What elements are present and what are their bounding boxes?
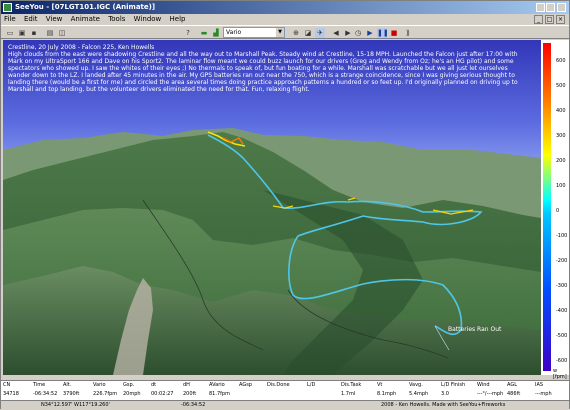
flight-header: Crestline, 20 July 2008 - Falcon 225, Ke…: [8, 44, 155, 51]
table-header[interactable]: AGsp: [239, 382, 252, 388]
zoom-in-icon[interactable]: ⊕: [291, 28, 301, 38]
table-cell: ---mph: [535, 391, 552, 397]
scale-tick-label: -100: [556, 233, 568, 239]
stop-icon[interactable]: ■: [389, 28, 399, 38]
table-header[interactable]: Time: [33, 382, 45, 388]
maximize-button[interactable]: [546, 3, 555, 12]
title-bar: SeeYou - [07LGT101.IGC (Animate)]: [1, 1, 569, 14]
menu-bar: File Edit View Animate Tools Window Help…: [1, 14, 569, 25]
menu-edit[interactable]: Edit: [21, 14, 41, 25]
animation-3d-view[interactable]: Crestline, 20 July 2008 - Falcon 225, Ke…: [3, 40, 541, 375]
open-icon[interactable]: ▣: [17, 28, 27, 38]
table-cell: 200ft: [183, 391, 197, 397]
rewind-icon[interactable]: ◀: [331, 28, 341, 38]
chevron-down-icon: ▼: [276, 28, 284, 37]
table-cell: 8.1mph: [377, 391, 397, 397]
table-cell: -06:34:52: [33, 391, 58, 397]
table-header[interactable]: Wind: [477, 382, 490, 388]
table-header[interactable]: Vt: [377, 382, 382, 388]
animate-icon[interactable]: ✈: [315, 28, 325, 38]
mdi-close-button[interactable]: ×: [556, 15, 565, 24]
pause-icon[interactable]: ❚❚: [377, 28, 389, 38]
menu-tools[interactable]: Tools: [105, 14, 128, 25]
table-header[interactable]: Dis.Task: [341, 382, 361, 388]
flight-description: Crestline, 20 July 2008 - Falcon 225, Ke…: [8, 44, 528, 93]
table-header[interactable]: dt: [151, 382, 156, 388]
new-icon[interactable]: ▭: [5, 28, 15, 38]
scale-tick-label: 300: [556, 133, 566, 139]
flight-body: High clouds from the east were shadowing…: [8, 51, 518, 93]
scale-tick-label: 600: [556, 58, 566, 64]
table-header[interactable]: AGL: [507, 382, 517, 388]
flight-data-table: CN 34718 Time -06:34:52 Alt. 3790ft Vario 226.7…: [1, 380, 569, 400]
table-header[interactable]: dH: [183, 382, 190, 388]
preview-icon[interactable]: ◫: [57, 28, 67, 38]
scale-tick-label: 500: [556, 83, 566, 89]
table-header[interactable]: AVario: [209, 382, 225, 388]
table-cell: 3.0: [441, 391, 449, 397]
scale-tick-label: 400: [556, 108, 566, 114]
forward-icon[interactable]: ▶: [343, 28, 353, 38]
menu-file[interactable]: File: [1, 14, 19, 25]
save-icon[interactable]: ▪: [29, 28, 39, 38]
scale-tick-label: -500: [556, 333, 568, 339]
status-bar: N34°12.597' W117°19.260' -06:34:52 2008 …: [1, 400, 569, 409]
menu-help[interactable]: Help: [167, 14, 189, 25]
table-header[interactable]: Gsp.: [123, 382, 134, 388]
chart-icon[interactable]: ▟: [211, 28, 221, 38]
table-header[interactable]: CN: [3, 382, 10, 388]
close-button[interactable]: [557, 3, 566, 12]
table-header[interactable]: Vavg.: [409, 382, 423, 388]
print-icon[interactable]: ▤: [45, 28, 55, 38]
table-cell: 226.7fpm: [93, 391, 118, 397]
window-title: SeeYou - [07LGT101.IGC (Animate)]: [15, 3, 156, 11]
table-cell: 81.7fpm: [209, 391, 230, 397]
table-cell: 34718: [3, 391, 19, 397]
scale-tick-label: -300: [556, 283, 568, 289]
vario-select-value: Vario: [226, 29, 242, 36]
table-header[interactable]: L/D Finish: [441, 382, 465, 388]
app-icon: [3, 3, 12, 12]
color-scale-bar: [543, 43, 551, 371]
mdi-restore-button[interactable]: □: [545, 15, 554, 24]
app-window: SeeYou - [07LGT101.IGC (Animate)] File E…: [0, 0, 570, 409]
table-cell: 00:02:27: [151, 391, 174, 397]
menu-view[interactable]: View: [43, 14, 66, 25]
scale-tick-label: -400: [556, 308, 568, 314]
minimize-button[interactable]: [536, 3, 545, 12]
scale-tick-label: 200: [556, 158, 566, 164]
toolbar: ▭ ▣ ▪ ▤ ◫ ? ▬ ▟ Vario ▼ ⊕ ◪ ✈ ◀ ▶ ◷ ▶ ❚❚…: [1, 25, 569, 39]
vario-color-scale: 600 500 400 300 200 100 0 -100 -200 -300 -400 -500 -…: [541, 40, 569, 380]
table-cell: ---°/---mph: [477, 391, 504, 397]
scale-tick-label: -200: [556, 258, 568, 264]
table-header[interactable]: L/D: [307, 382, 315, 388]
map-icon[interactable]: ◪: [303, 28, 313, 38]
mdi-minimize-button[interactable]: _: [534, 15, 543, 24]
table-header[interactable]: Dis.Done: [267, 382, 290, 388]
speed-icon[interactable]: ⟫: [403, 28, 413, 38]
folder-icon[interactable]: ▬: [199, 28, 209, 38]
table-cell: 3790ft: [63, 391, 80, 397]
table-header[interactable]: Vario: [93, 382, 106, 388]
menu-animate[interactable]: Animate: [68, 14, 103, 25]
table-cell: 486ft: [507, 391, 521, 397]
table-cell: 20mph: [123, 391, 141, 397]
vario-select[interactable]: Vario ▼: [223, 27, 285, 38]
table-header[interactable]: Alt.: [63, 382, 71, 388]
scale-tick-label: 0: [556, 208, 560, 214]
batteries-ran-out-label: Batteries Ran Out: [448, 326, 502, 333]
clock-icon[interactable]: ◷: [353, 28, 363, 38]
scale-unit: w [fpm]: [553, 368, 567, 380]
scale-tick-label: -600: [556, 358, 568, 364]
scale-tick-label: 100: [556, 183, 566, 189]
table-cell: 5.4mph: [409, 391, 429, 397]
play-icon[interactable]: ▶: [365, 28, 375, 38]
help-icon[interactable]: ?: [183, 28, 193, 38]
table-header[interactable]: IAS: [535, 382, 543, 388]
menu-window[interactable]: Window: [131, 14, 165, 25]
table-cell: 1.7ml: [341, 391, 356, 397]
